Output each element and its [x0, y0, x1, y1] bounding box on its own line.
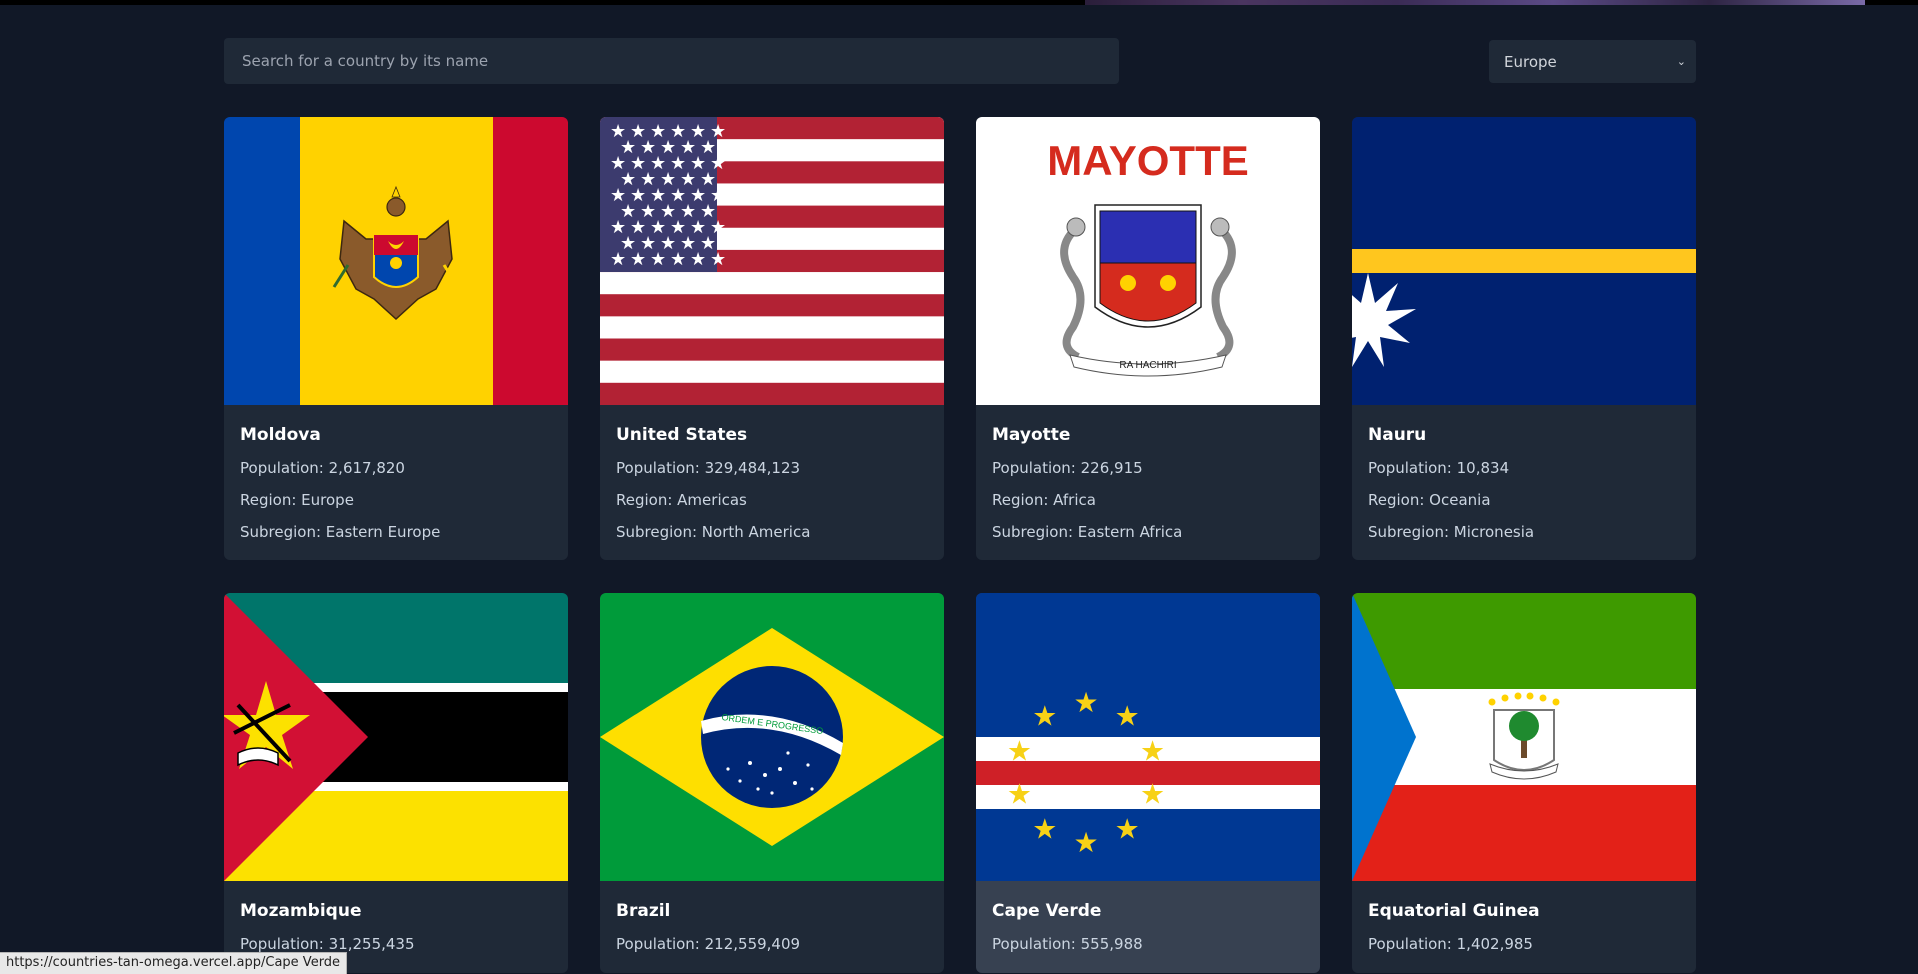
mayotte-flag-text: MAYOTTE: [1047, 137, 1248, 184]
nauru-flag: [1352, 117, 1696, 405]
country-card-cape-verde[interactable]: ★ ★ ★ ★ ★ ★ ★ ★ ★ ★ Cape Verde Population: 555,98…: [976, 593, 1320, 973]
country-region: Region: Americas: [616, 491, 747, 509]
cape-verde-star-icon: ★: [1032, 699, 1057, 732]
country-subregion: Subregion: North America: [616, 523, 811, 541]
moldova-flag: [224, 117, 568, 405]
equatorial-guinea-flag: [1352, 593, 1696, 881]
country-name: Moldova: [240, 425, 321, 445]
mayotte-flag-motto: RA HACHIRI: [1119, 360, 1176, 371]
country-subregion: Subregion: Eastern Europe: [240, 523, 441, 541]
cape-verde-star-icon: ★: [1140, 734, 1165, 767]
country-name: Cape Verde: [992, 901, 1102, 921]
cape-verde-star-icon: ★: [1032, 813, 1057, 846]
decorative-strip: [1085, 0, 1865, 5]
search-input[interactable]: [240, 51, 1119, 71]
browser-top-strip: [0, 0, 1918, 5]
usa-flag: ★ ★ ★ ★ ★ ★ ★ ★ ★ ★ ★ ★ ★ ★ ★ ★ ★ ★ ★ ★ ★ ★ ★ ★ ★ ★ ★ ★ ★ ★ ★ ★ ★ ★ ★ ★ ★ ★ ★ ★…: [600, 117, 944, 405]
country-card-mayotte[interactable]: MAYOTTE RA HACHIRI Mayotte Population: 2…: [976, 117, 1320, 560]
country-population: Population: 212,559,409: [616, 935, 801, 953]
country-population: Population: 10,834: [1368, 459, 1510, 477]
usa-star-icon: ★: [630, 249, 646, 270]
country-card-equatorial-guinea[interactable]: Equatorial Guinea Population: 1,402,985: [1352, 593, 1696, 973]
country-population: Population: 2,617,820: [240, 459, 405, 477]
country-name: Mayotte: [992, 425, 1071, 445]
region-filter-value: Europe: [1504, 52, 1557, 71]
country-region: Region: Europe: [240, 491, 354, 509]
country-subregion: Subregion: Eastern Africa: [992, 523, 1183, 541]
mozambique-flag: [224, 593, 568, 881]
cape-verde-star-icon: ★: [1007, 734, 1032, 767]
country-name: United States: [616, 425, 748, 445]
cape-verde-star-icon: ★: [1140, 778, 1165, 811]
country-population: Population: 1,402,985: [1368, 935, 1533, 953]
country-name: Mozambique: [240, 901, 362, 921]
country-name: Equatorial Guinea: [1368, 901, 1540, 921]
country-population: Population: 555,988: [992, 935, 1143, 953]
chevron-down-icon: ⌄: [1676, 55, 1686, 68]
country-region: Region: Africa: [992, 491, 1096, 509]
country-subregion: Subregion: Micronesia: [1368, 523, 1535, 541]
browser-status-url: https://countries-tan-omega.vercel.app/C…: [0, 952, 348, 974]
cape-verde-star-icon: ★: [1073, 826, 1098, 859]
search-field[interactable]: [224, 38, 1119, 84]
country-card-nauru[interactable]: Nauru Population: 10,834 Region: Oceania…: [1352, 117, 1696, 560]
country-name: Brazil: [616, 901, 671, 921]
country-region: Region: Oceania: [1368, 491, 1491, 509]
cape-verde-star-icon: ★: [1073, 686, 1098, 719]
usa-star-icon: ★: [610, 249, 626, 270]
usa-star-icon: ★: [650, 249, 666, 270]
cape-verde-star-icon: ★: [1115, 699, 1140, 732]
mayotte-flag: MAYOTTE RA HACHIRI: [976, 117, 1320, 405]
usa-star-icon: ★: [670, 249, 686, 270]
cape-verde-flag: ★ ★ ★ ★ ★ ★ ★ ★ ★ ★: [976, 593, 1320, 881]
usa-star-icon: ★: [690, 249, 706, 270]
country-card-mozambique[interactable]: Mozambique Population: 31,255,435: [224, 593, 568, 973]
usa-star-icon: ★: [710, 249, 726, 270]
cape-verde-star-icon: ★: [1007, 778, 1032, 811]
country-card-brazil[interactable]: ORDEM E PROGRESSO Brazil Population: 212…: [600, 593, 944, 973]
brazil-flag: ORDEM E PROGRESSO: [600, 593, 944, 881]
country-card-moldova[interactable]: Moldova Population: 2,617,820 Region: Eu…: [224, 117, 568, 560]
region-filter-select[interactable]: Europe ⌄: [1489, 40, 1696, 83]
country-population: Population: 329,484,123: [616, 459, 801, 477]
country-name: Nauru: [1368, 425, 1427, 445]
country-card-united-states[interactable]: ★ ★ ★ ★ ★ ★ ★ ★ ★ ★ ★ ★ ★ ★ ★ ★ ★ ★ ★ ★ ★ ★ ★ ★ ★ ★ ★ ★ ★ ★ ★ ★ ★ ★ ★ ★ ★ ★ ★ ★…: [600, 117, 944, 560]
cape-verde-star-icon: ★: [1115, 813, 1140, 846]
country-population: Population: 226,915: [992, 459, 1143, 477]
